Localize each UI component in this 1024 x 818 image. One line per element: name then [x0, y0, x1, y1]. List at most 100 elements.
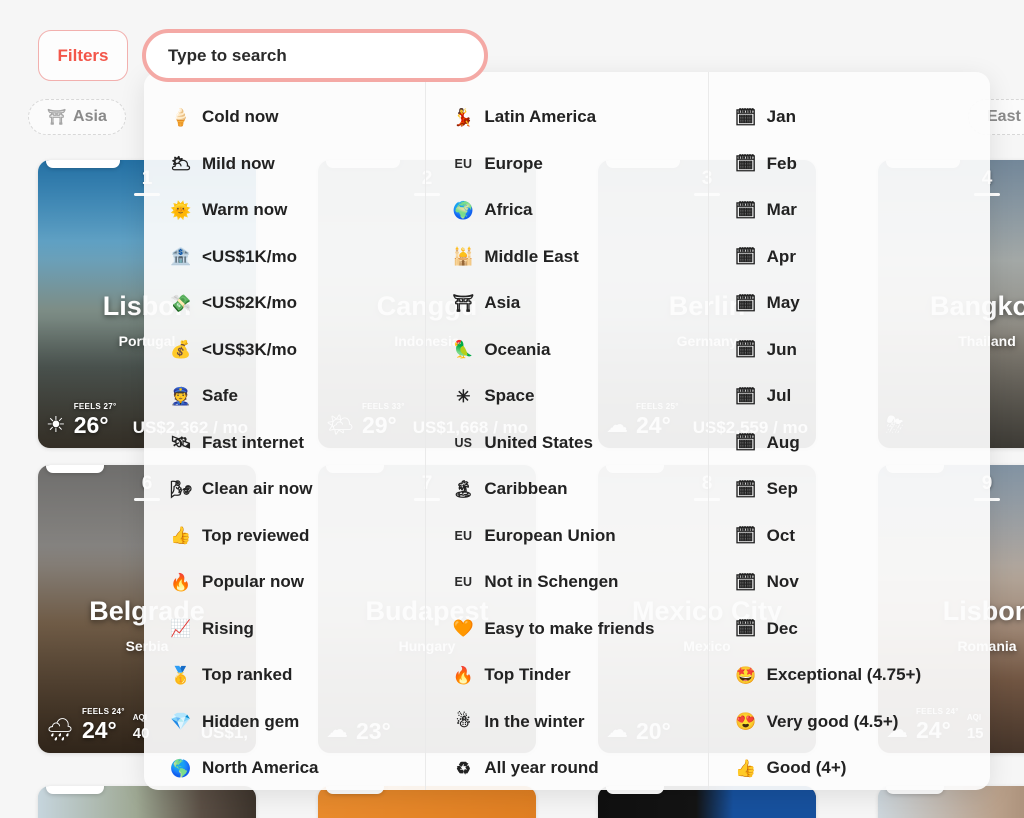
- money-bag-icon: 💰: [170, 341, 192, 358]
- dropdown-item-exceptional-4-75[interactable]: 🤩Exceptional (4.75+): [709, 652, 990, 699]
- dropdown-item-hidden-gem[interactable]: 💎Hidden gem: [144, 699, 425, 746]
- dropdown-item-middle-east[interactable]: 🕌Middle East: [426, 234, 707, 281]
- dropdown-column-regions: 💃Latin AmericaEUEurope🌍Africa🕌Middle Eas…: [425, 72, 707, 790]
- dropdown-item-europe[interactable]: EUEurope: [426, 141, 707, 188]
- dropdown-item-jan[interactable]: 🗓Jan: [709, 94, 990, 141]
- calendar-icon: 🗓: [735, 248, 757, 265]
- calendar-icon: 🗓: [735, 527, 757, 544]
- dropdown-item-united-states[interactable]: USUnited States: [426, 420, 707, 467]
- dropdown-item-dec[interactable]: 🗓Dec: [709, 606, 990, 653]
- dropdown-item-apr[interactable]: 🗓Apr: [709, 234, 990, 281]
- mosque-icon: 🕌: [452, 248, 474, 265]
- dropdown-item-nov[interactable]: 🗓Nov: [709, 559, 990, 606]
- money-wings-icon: 💸: [170, 295, 192, 312]
- dropdown-item-label: Top Tinder: [484, 665, 570, 685]
- city-card[interactable]: RISING 13 17: [598, 786, 816, 818]
- fire-icon: 🔥: [170, 574, 192, 591]
- dropdown-item-safe[interactable]: 👮Safe: [144, 373, 425, 420]
- dropdown-item-label: Feb: [767, 154, 797, 174]
- dropdown-item-label: <US$3K/mo: [202, 340, 297, 360]
- dropdown-item-label: Easy to make friends: [484, 619, 654, 639]
- calendar-icon: 🗓: [735, 295, 757, 312]
- dropdown-item-label: Europe: [484, 154, 543, 174]
- dropdown-item-not-in-schengen[interactable]: EUNot in Schengen: [426, 559, 707, 606]
- dropdown-item-may[interactable]: 🗓May: [709, 280, 990, 327]
- dropdown-item-top-reviewed[interactable]: 👍Top reviewed: [144, 513, 425, 560]
- dropdown-item-label: Exceptional (4.75+): [767, 665, 921, 685]
- dropdown-item-jul[interactable]: 🗓Jul: [709, 373, 990, 420]
- toolbar: Filters: [38, 30, 128, 81]
- dropdown-item-oceania[interactable]: 🦜Oceania: [426, 327, 707, 374]
- dropdown-item-clean-air-now[interactable]: 🌬Clean air now: [144, 466, 425, 513]
- dropdown-item-label: Oct: [767, 526, 795, 546]
- dropdown-item-all-year-round[interactable]: ♻All year round: [426, 745, 707, 790]
- dropdown-item-cold-now[interactable]: 🍦 Cold now: [144, 94, 425, 141]
- filter-chip-asia[interactable]: ⛩ Asia: [28, 99, 126, 135]
- dropdown-item-fast-internet[interactable]: 🛰Fast internet: [144, 420, 425, 467]
- dropdown-column-attributes: 🍦Cold now🌥Mild now🌞Warm now🏦<US$1K/mo💸<U…: [144, 72, 425, 790]
- dropdown-item-label: Cold now: [202, 107, 278, 127]
- dropdown-item-label: Space: [484, 386, 534, 406]
- dropdown-item-label: United States: [484, 433, 593, 453]
- heart-eyes-icon: 😍: [735, 713, 757, 730]
- city-card[interactable]: RISING 12 37: [318, 786, 536, 818]
- dropdown-item-mild-now[interactable]: 🌥Mild now: [144, 141, 425, 188]
- parrot-icon: 🦜: [452, 341, 474, 358]
- asterisk-icon: ✳: [452, 388, 474, 405]
- dropdown-item-label: Top reviewed: [202, 526, 309, 546]
- calendar-icon: 🗓: [735, 202, 757, 219]
- dropdown-item-label: Clean air now: [202, 479, 313, 499]
- dropdown-item-popular-now[interactable]: 🔥Popular now: [144, 559, 425, 606]
- globe-americas-icon: 🌎: [170, 760, 192, 777]
- calendar-icon: 🗓: [735, 434, 757, 451]
- dropdown-item-space[interactable]: ✳ Space: [426, 373, 707, 420]
- dropdown-item-warm-now[interactable]: 🌞Warm now: [144, 187, 425, 234]
- dropdown-item-north-america[interactable]: 🌎North America: [144, 745, 425, 790]
- calendar-icon: 🗓: [735, 481, 757, 498]
- dropdown-item-european-union[interactable]: EUEuropean Union: [426, 513, 707, 560]
- dropdown-item-mar[interactable]: 🗓 Mar: [709, 187, 990, 234]
- active-filter-chips: ⛩ Asia: [28, 99, 126, 135]
- dropdown-item-label: Very good (4.5+): [767, 712, 899, 732]
- dropdown-column-months-ratings: 🗓Jan🗓Feb🗓Mar🗓Apr🗓May🗓Jun🗓Jul🗓Aug🗓Sep🗓Oct…: [708, 72, 990, 790]
- dropdown-item-in-the-winter[interactable]: ☃In the winter: [426, 699, 707, 746]
- dropdown-item-good-4[interactable]: 👍Good (4+): [709, 745, 990, 790]
- dropdown-item-label: In the winter: [484, 712, 584, 732]
- dropdown-item-label: Asia: [484, 293, 520, 313]
- dropdown-item-feb[interactable]: 🗓Feb: [709, 141, 990, 188]
- search-input[interactable]: [142, 29, 488, 82]
- filter-chip-label: East: [987, 108, 1021, 126]
- dropdown-item-very-good-4-5[interactable]: 😍 Very good (4.5+): [709, 699, 990, 746]
- dropdown-item-africa[interactable]: 🌍Africa: [426, 187, 707, 234]
- dropdown-item-asia[interactable]: ⛩Asia: [426, 280, 707, 327]
- dropdown-item-label: Mar: [767, 200, 797, 220]
- dropdown-item-top-tinder[interactable]: 🔥Top Tinder: [426, 652, 707, 699]
- dropdown-item-label: Good (4+): [767, 758, 847, 778]
- dropdown-item-label: <US$1K/mo: [202, 247, 297, 267]
- filters-button[interactable]: Filters: [38, 30, 128, 81]
- gem-icon: 💎: [170, 713, 192, 730]
- dropdown-item-sep[interactable]: 🗓Sep: [709, 466, 990, 513]
- city-card[interactable]: RISING 11 21: [38, 786, 256, 818]
- dropdown-item-us-3k-mo[interactable]: 💰 <US$3K/mo: [144, 327, 425, 374]
- dropdown-item-latin-america[interactable]: 💃Latin America: [426, 94, 707, 141]
- dropdown-item-caribbean[interactable]: 🏝Caribbean: [426, 466, 707, 513]
- dropdown-item-aug[interactable]: 🗓Aug: [709, 420, 990, 467]
- dropdown-item-label: Top ranked: [202, 665, 292, 685]
- dropdown-item-us-1k-mo[interactable]: 🏦<US$1K/mo: [144, 234, 425, 281]
- dropdown-item-label: Not in Schengen: [484, 572, 618, 592]
- dropdown-item-label: Caribbean: [484, 479, 567, 499]
- dropdown-item-rising[interactable]: 📈Rising: [144, 606, 425, 653]
- weather-icon: 🌧: [46, 717, 74, 743]
- dropdown-item-easy-to-make-friends[interactable]: 🧡Easy to make friends: [426, 606, 707, 653]
- ice-cream-icon: 🍦: [170, 109, 192, 126]
- chart-increasing-icon: 📈: [170, 620, 192, 637]
- app-root: POPULAR 1 Lisbon Portugal ☀ FEELS 27° 26…: [0, 0, 1024, 818]
- dropdown-item-jun[interactable]: 🗓Jun: [709, 327, 990, 374]
- dropdown-item-top-ranked[interactable]: 🥇Top ranked: [144, 652, 425, 699]
- search-suggestions-dropdown: 🍦Cold now🌥Mild now🌞Warm now🏦<US$1K/mo💸<U…: [144, 72, 990, 790]
- dropdown-item-us-2k-mo[interactable]: 💸<US$2K/mo: [144, 280, 425, 327]
- city-card[interactable]: RISING 14: [878, 786, 1024, 818]
- dropdown-item-label: Warm now: [202, 200, 287, 220]
- dropdown-item-oct[interactable]: 🗓 Oct: [709, 513, 990, 560]
